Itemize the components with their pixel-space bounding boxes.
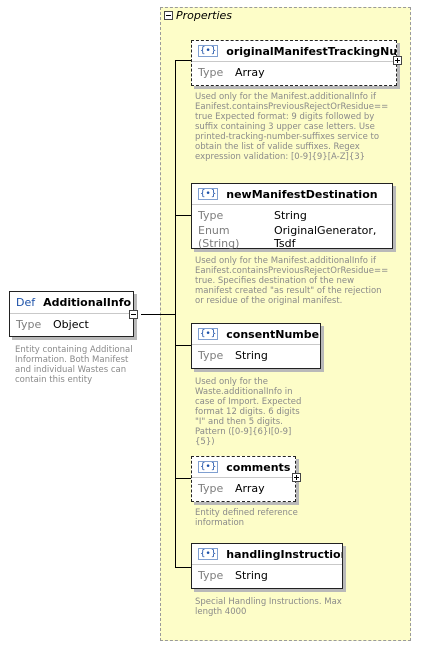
property-name: newManifestDestination bbox=[226, 187, 378, 201]
property-name: consentNumber bbox=[226, 327, 320, 341]
property-description: Used only for the Manifest.additionalInf… bbox=[195, 92, 389, 162]
def-label: Def bbox=[16, 296, 36, 309]
branch-connector-2 bbox=[175, 215, 191, 216]
property-node-5[interactable]: {•} handlingInstructions Type String bbox=[191, 543, 343, 589]
type-key: Type bbox=[198, 66, 224, 79]
expand-icon[interactable] bbox=[393, 56, 402, 65]
type-key: Type bbox=[198, 569, 224, 582]
object-icon: {•} bbox=[198, 461, 219, 473]
property-name: handlingInstructions bbox=[226, 547, 342, 561]
enum-key: Enum (String) bbox=[198, 223, 240, 250]
type-value: Array bbox=[235, 66, 265, 79]
property-node-4[interactable]: {•} comments Type Array bbox=[191, 456, 296, 502]
object-icon: {•} bbox=[198, 548, 219, 560]
root-name: AdditionalInfo bbox=[43, 296, 132, 309]
properties-header: Properties bbox=[164, 9, 232, 22]
property-name: originalManifestTrackingNu... bbox=[226, 44, 396, 58]
branch-connector-3 bbox=[175, 345, 191, 346]
object-icon: {•} bbox=[198, 328, 219, 340]
type-key: Type bbox=[198, 209, 224, 222]
type-key: Type bbox=[198, 482, 224, 495]
vertical-connector bbox=[175, 60, 176, 568]
type-value: String bbox=[274, 209, 307, 222]
property-description: Entity defined reference information bbox=[195, 508, 298, 528]
property-description: Used only for the Manifest.additionalInf… bbox=[195, 256, 389, 306]
type-value: Array bbox=[235, 482, 265, 495]
type-key: Type bbox=[198, 349, 224, 362]
object-icon: {•} bbox=[198, 45, 219, 57]
root-connector bbox=[141, 314, 175, 315]
expand-icon[interactable] bbox=[292, 473, 301, 482]
properties-title: Properties bbox=[176, 9, 233, 22]
root-node[interactable]: Def AdditionalInfo Type Object bbox=[9, 291, 134, 337]
property-node-3[interactable]: {•} consentNumber Type String bbox=[191, 323, 321, 369]
branch-connector-4 bbox=[175, 478, 191, 479]
branch-connector-1 bbox=[175, 60, 191, 61]
root-type-value: Object bbox=[53, 318, 89, 331]
enum-value: OriginalGenerator, Tsdf bbox=[274, 223, 377, 250]
type-value: String bbox=[235, 349, 268, 362]
object-icon: {•} bbox=[198, 188, 219, 200]
property-node-1[interactable]: {•} originalManifestTrackingNu... Type A… bbox=[191, 40, 397, 86]
property-name: comments bbox=[226, 460, 291, 474]
property-node-2[interactable]: {•} newManifestDestination Type String E… bbox=[191, 183, 393, 250]
root-type-key: Type bbox=[16, 318, 42, 331]
branch-connector-5 bbox=[175, 567, 191, 568]
collapse-icon[interactable] bbox=[164, 11, 173, 20]
root-description: Entity containing Additional Information… bbox=[15, 345, 133, 385]
root-collapse-icon[interactable] bbox=[129, 310, 138, 319]
property-description: Special Handling Instructions. Max lengt… bbox=[195, 597, 342, 617]
property-description: Used only for the Waste.additionalInfo i… bbox=[195, 377, 302, 447]
type-value: String bbox=[235, 569, 268, 582]
